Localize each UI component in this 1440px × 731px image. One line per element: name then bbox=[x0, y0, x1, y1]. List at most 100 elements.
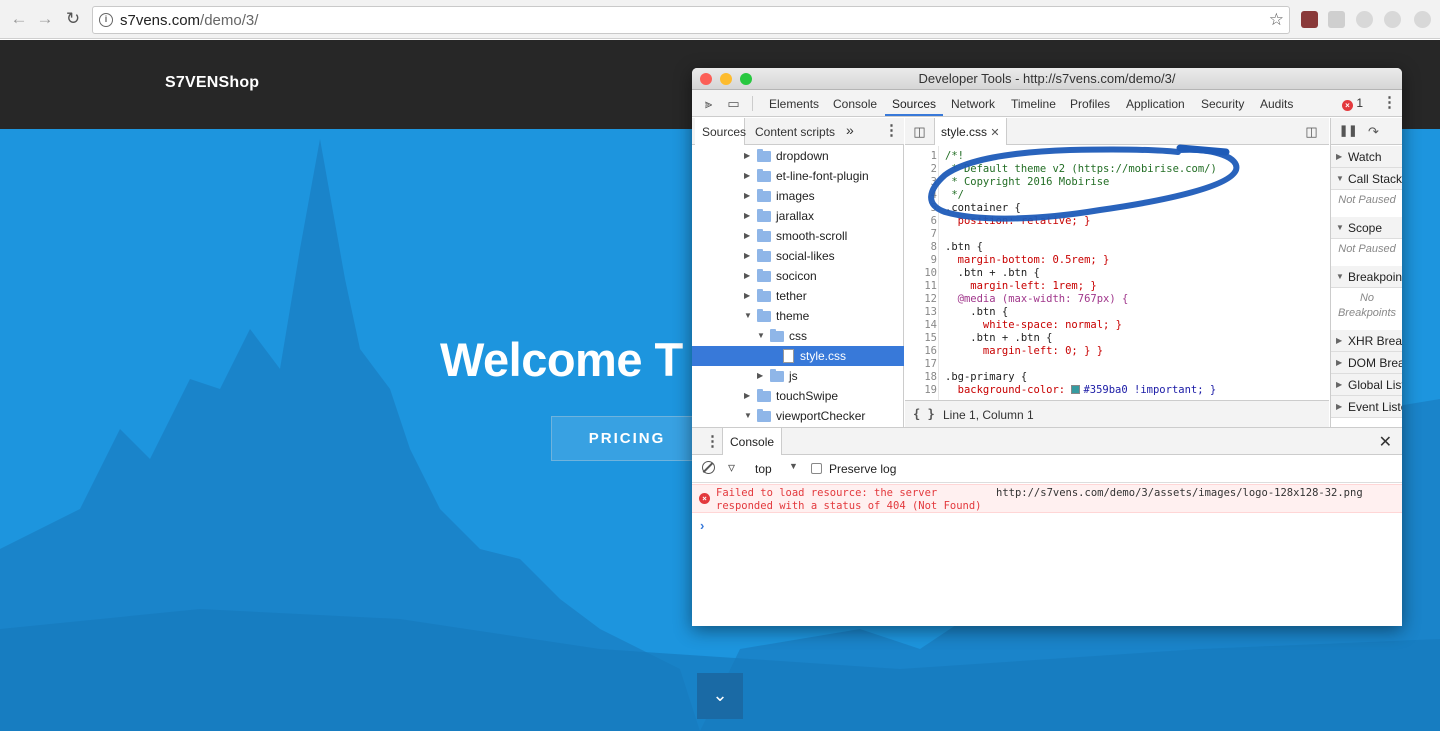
tree-folder[interactable]: ▶ dropdown bbox=[692, 146, 904, 166]
site-info-icon[interactable]: i bbox=[99, 13, 113, 27]
tree-folder[interactable]: ▼ theme bbox=[692, 306, 904, 326]
debugger-section-dom-breakpoints[interactable]: ▶ DOM Breakpoints bbox=[1331, 352, 1402, 374]
more-options-icon[interactable]: ⋮ bbox=[705, 434, 720, 449]
line-number[interactable]: 3 bbox=[905, 176, 937, 189]
collapsed-arrow-icon[interactable]: ▶ bbox=[744, 286, 750, 306]
line-number[interactable]: 1 bbox=[905, 150, 937, 163]
tree-folder[interactable]: ▶ social-likes bbox=[692, 246, 904, 266]
tree-folder[interactable]: ▶ images bbox=[692, 186, 904, 206]
line-number[interactable]: 12 bbox=[905, 293, 937, 306]
line-number[interactable]: 18 bbox=[905, 371, 937, 384]
line-number[interactable]: 10 bbox=[905, 267, 937, 280]
tab-console[interactable]: Console bbox=[833, 97, 877, 111]
line-number[interactable]: 19 bbox=[905, 384, 937, 397]
debugger-section-event-listener-breakpoints[interactable]: ▶ Event Listener Breakpoints bbox=[1331, 396, 1402, 418]
expanded-arrow-icon[interactable]: ▼ bbox=[744, 406, 752, 426]
console-prompt[interactable]: › bbox=[700, 518, 704, 533]
tab-elements[interactable]: Elements bbox=[769, 97, 819, 111]
more-options-icon[interactable]: ⋮ bbox=[1382, 95, 1397, 110]
line-number[interactable]: 17 bbox=[905, 358, 937, 371]
debugger-section-call-stack[interactable]: ▼ Call Stack bbox=[1331, 168, 1402, 190]
tree-folder[interactable]: ▶ touchSwipe bbox=[692, 386, 904, 406]
tab-network[interactable]: Network bbox=[951, 97, 995, 111]
tab-security[interactable]: Security bbox=[1201, 97, 1244, 111]
tree-folder[interactable]: ▶ et-line-font-plugin bbox=[692, 166, 904, 186]
line-number[interactable]: 13 bbox=[905, 306, 937, 319]
more-tabs-icon[interactable]: » bbox=[846, 122, 854, 138]
toggle-navigator-icon[interactable]: ◫ bbox=[911, 123, 928, 140]
tree-folder[interactable]: ▶ smooth-scroll bbox=[692, 226, 904, 246]
line-number[interactable]: 16 bbox=[905, 345, 937, 358]
site-logo[interactable]: S7VENShop bbox=[165, 74, 259, 92]
line-number[interactable]: 8 bbox=[905, 241, 937, 254]
extension-icon[interactable] bbox=[1356, 11, 1373, 28]
tree-file[interactable]: style.css bbox=[692, 346, 904, 366]
tab-profiles[interactable]: Profiles bbox=[1070, 97, 1110, 111]
pricing-button[interactable]: PRICING bbox=[551, 416, 703, 461]
line-number[interactable]: 15 bbox=[905, 332, 937, 345]
clear-console-icon[interactable] bbox=[702, 461, 715, 474]
chevron-down-icon[interactable]: ▼ bbox=[789, 461, 798, 471]
tab-audits[interactable]: Audits bbox=[1260, 97, 1293, 111]
line-number[interactable]: 9 bbox=[905, 254, 937, 267]
debugger-section-xhr-breakpoints[interactable]: ▶ XHR Breakpoints bbox=[1331, 330, 1402, 352]
maximize-window-button[interactable] bbox=[740, 73, 752, 85]
tree-folder[interactable]: ▶ js bbox=[692, 366, 904, 386]
url-text[interactable]: s7vens.com/demo/3/ bbox=[120, 12, 258, 29]
collapsed-arrow-icon[interactable]: ▶ bbox=[744, 166, 750, 186]
tab-content-scripts[interactable]: Content scripts bbox=[755, 125, 835, 139]
tab-sources[interactable]: Sources bbox=[892, 97, 936, 111]
line-number[interactable]: 11 bbox=[905, 280, 937, 293]
chevron-down-icon[interactable]: ⌄ bbox=[697, 673, 743, 719]
toggle-debugger-icon[interactable]: ◫ bbox=[1303, 123, 1320, 140]
pause-icon[interactable]: ❚❚ bbox=[1339, 123, 1357, 140]
reload-icon[interactable]: ↻ bbox=[62, 8, 84, 30]
close-tab-icon[interactable]: ✕ bbox=[990, 127, 999, 139]
tree-folder[interactable]: ▼ viewportChecker bbox=[692, 406, 904, 426]
device-toolbar-icon[interactable]: ▭ bbox=[725, 95, 742, 112]
extension-icon[interactable] bbox=[1384, 11, 1401, 28]
back-icon[interactable]: ← bbox=[8, 8, 30, 30]
expanded-arrow-icon[interactable]: ▼ bbox=[757, 326, 765, 346]
collapsed-arrow-icon[interactable]: ▶ bbox=[744, 386, 750, 406]
collapsed-arrow-icon[interactable]: ▶ bbox=[744, 266, 750, 286]
filter-icon[interactable]: ▿ bbox=[728, 459, 735, 476]
context-selector[interactable]: top bbox=[755, 462, 772, 476]
tree-folder[interactable]: ▶ jarallax bbox=[692, 206, 904, 226]
close-icon[interactable]: ✕ bbox=[1379, 432, 1392, 452]
color-swatch[interactable] bbox=[1071, 385, 1081, 394]
debugger-section-scope[interactable]: ▼ Scope bbox=[1331, 217, 1402, 239]
line-number[interactable]: 2 bbox=[905, 163, 937, 176]
address-bar[interactable]: i s7vens.com/demo/3/ ☆ bbox=[92, 6, 1290, 34]
extension-icon[interactable] bbox=[1414, 11, 1431, 28]
code-area[interactable]: 1 /*! 2 * Default theme v2 (https://mobiri… bbox=[905, 146, 1329, 400]
debugger-section-global-listeners[interactable]: ▶ Global Listeners bbox=[1331, 374, 1402, 396]
inspect-element-icon[interactable]: ⫸ bbox=[700, 95, 717, 112]
editor-file-tab[interactable]: style.css ✕ bbox=[934, 118, 1007, 145]
minimize-window-button[interactable] bbox=[720, 73, 732, 85]
tab-application[interactable]: Application bbox=[1126, 97, 1185, 111]
collapsed-arrow-icon[interactable]: ▶ bbox=[744, 246, 750, 266]
tree-folder[interactable]: ▶ socicon bbox=[692, 266, 904, 286]
close-window-button[interactable] bbox=[700, 73, 712, 85]
step-over-icon[interactable]: ↷ bbox=[1365, 123, 1382, 140]
pretty-print-icon[interactable]: { } bbox=[913, 407, 935, 421]
line-number[interactable]: 6 bbox=[905, 215, 937, 228]
tab-sources[interactable]: Sources bbox=[702, 125, 746, 139]
preserve-log-checkbox[interactable] bbox=[811, 463, 822, 474]
more-options-icon[interactable]: ⋮ bbox=[884, 123, 899, 138]
collapsed-arrow-icon[interactable]: ▶ bbox=[744, 226, 750, 246]
line-number[interactable]: 7 bbox=[905, 228, 937, 241]
star-icon[interactable]: ☆ bbox=[1269, 10, 1284, 30]
tree-folder[interactable]: ▼ css bbox=[692, 326, 904, 346]
collapsed-arrow-icon[interactable]: ▶ bbox=[757, 366, 763, 386]
tree-folder[interactable]: ▶ tether bbox=[692, 286, 904, 306]
expanded-arrow-icon[interactable]: ▼ bbox=[744, 306, 752, 326]
tab-console[interactable]: Console bbox=[722, 428, 783, 455]
forward-icon[interactable]: → bbox=[34, 8, 56, 30]
debugger-section-breakpoints[interactable]: ▼ Breakpoints bbox=[1331, 266, 1402, 288]
line-number[interactable]: 14 bbox=[905, 319, 937, 332]
camera-icon[interactable] bbox=[1328, 11, 1345, 28]
line-number[interactable]: 4 bbox=[905, 189, 937, 202]
error-source-link[interactable]: http://s7vens.com/demo/3/assets/images/l… bbox=[996, 487, 1363, 500]
